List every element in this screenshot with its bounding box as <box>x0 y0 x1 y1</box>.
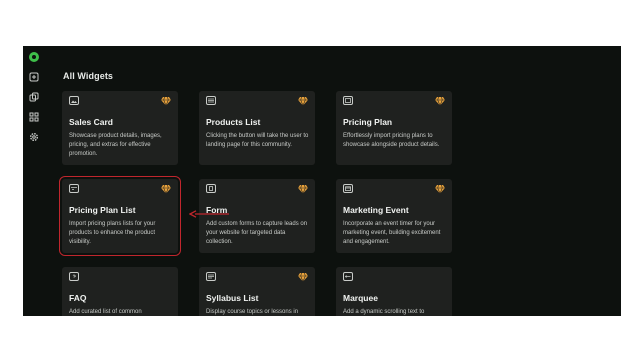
widget-card-description: Clicking the button will take the user t… <box>206 133 309 148</box>
widget-card-description: Add curated list of common <box>69 309 142 315</box>
widget-card-description: Effortlessly import pricing plans to sho… <box>343 133 440 148</box>
copy-icon[interactable] <box>28 91 40 103</box>
widget-card-description: Add a dynamic scrolling text to <box>343 309 425 315</box>
widget-card-marketing-event[interactable]: Marketing Event Incorporate an event tim… <box>336 179 452 253</box>
window-icon <box>343 96 353 105</box>
card-icon <box>69 184 79 193</box>
widget-card-title: Form <box>206 205 228 215</box>
widget-card-pricing-plan-list[interactable]: Pricing Plan List Import pricing plans l… <box>59 176 181 256</box>
widget-card-title: Pricing Plan List <box>69 205 136 215</box>
syllabus-icon <box>206 272 216 281</box>
widget-card-description: Incorporate an event timer for your mark… <box>343 221 441 245</box>
image-icon <box>69 96 79 105</box>
sidebar <box>23 46 46 316</box>
widget-card-pricing-plan[interactable]: Pricing Plan Effortlessly import pricing… <box>336 91 452 165</box>
widget-card-title: Marketing Event <box>343 205 409 215</box>
settings-icon[interactable] <box>28 131 40 143</box>
gem-icon <box>435 184 445 194</box>
gem-icon <box>298 184 308 194</box>
grid-icon[interactable] <box>28 111 40 123</box>
marquee-icon <box>343 272 353 281</box>
list-icon <box>206 96 216 105</box>
widget-card-title: FAQ <box>69 293 87 303</box>
gem-icon <box>161 184 171 194</box>
gem-icon <box>298 96 308 106</box>
widget-card-description: Import pricing plans lists for your prod… <box>69 221 156 245</box>
gem-icon <box>435 96 445 106</box>
widget-card-marquee[interactable]: Marquee Add a dynamic scrolling text to <box>336 267 452 316</box>
widget-card-description: Showcase product details, images, pricin… <box>69 133 162 157</box>
widget-card-faq[interactable]: FAQ Add curated list of common <box>62 267 178 316</box>
logo-icon <box>29 52 39 62</box>
widget-card-products-list[interactable]: Products List Clicking the button will t… <box>199 91 315 165</box>
gem-icon <box>298 272 308 282</box>
add-square-icon[interactable] <box>28 71 40 83</box>
widget-card-description: Display course topics or lessons in <box>206 309 299 315</box>
calendar-icon <box>343 184 353 193</box>
form-icon <box>206 184 216 193</box>
widget-card-title: Products List <box>206 117 261 127</box>
widget-card-title: Marquee <box>343 293 378 303</box>
widget-card-title: Pricing Plan <box>343 117 393 127</box>
widget-card-syllabus-list[interactable]: Syllabus List Display course topics or l… <box>199 267 315 316</box>
widget-card-sales-card[interactable]: Sales Card Showcase product details, ima… <box>62 91 178 165</box>
widget-card-description: Add custom forms to capture leads on you… <box>206 221 308 245</box>
page-title: All Widgets <box>63 71 114 81</box>
faq-icon <box>69 272 79 281</box>
gem-icon <box>161 96 171 106</box>
widget-card-title: Syllabus List <box>206 293 259 303</box>
widget-card-form[interactable]: Form Add custom forms to capture leads o… <box>199 179 315 253</box>
widget-card-title: Sales Card <box>69 117 113 127</box>
widgets-panel: All Widgets Sales Card Showcase product … <box>23 46 621 316</box>
